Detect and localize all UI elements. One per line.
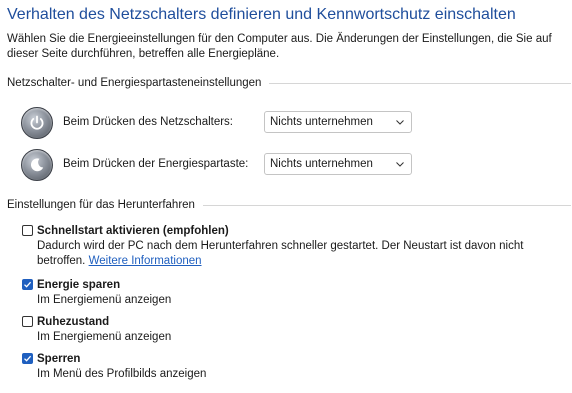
- section-divider: [269, 82, 571, 84]
- fast-startup-option: Schnellstart aktivieren (empfohlen) Dadu…: [22, 222, 557, 269]
- section-divider: [202, 204, 571, 206]
- power-section-heading-text: Netzschalter- und Energiespartasteneinst…: [7, 77, 262, 89]
- checkmark-icon: [24, 281, 32, 288]
- sleep-button-action-select[interactable]: Nichts unternehmen: [264, 153, 412, 175]
- hibernate-option: Ruhezustand Im Energiemenü anzeigen: [22, 313, 557, 345]
- lock-label[interactable]: Sperren: [37, 353, 80, 365]
- chevron-down-icon: [396, 162, 404, 167]
- sleep-button-label: Beim Drücken der Energiespartaste:: [63, 158, 249, 170]
- hibernate-checkbox[interactable]: [22, 316, 33, 327]
- power-button-action-select[interactable]: Nichts unternehmen: [264, 111, 412, 133]
- sleep-button-icon: [21, 149, 53, 181]
- lock-description: Im Menü des Profilbilds anzeigen: [37, 368, 207, 380]
- sleep-checkbox[interactable]: [22, 279, 33, 290]
- page-description: Wählen Sie die Energieeinstellungen für …: [7, 33, 552, 60]
- shutdown-section-heading-text: Einstellungen für das Herunterfahren: [7, 199, 195, 211]
- lock-option: Sperren Im Menü des Profilbilds anzeigen: [22, 350, 557, 382]
- lock-checkbox[interactable]: [22, 353, 33, 364]
- power-button-row: Beim Drücken des Netzschalters: Nichts u…: [21, 107, 412, 139]
- power-button-label: Beim Drücken des Netzschalters:: [63, 116, 234, 128]
- shutdown-section-heading: Einstellungen für das Herunterfahren: [7, 199, 571, 211]
- hibernate-label[interactable]: Ruhezustand: [37, 316, 109, 328]
- more-info-link[interactable]: Weitere Informationen: [89, 255, 202, 267]
- fast-startup-label[interactable]: Schnellstart aktivieren (empfohlen): [37, 225, 229, 237]
- checkmark-icon: [24, 355, 32, 362]
- sleep-button-row: Beim Drücken der Energiespartaste: Nicht…: [21, 149, 412, 181]
- power-section-heading: Netzschalter- und Energiespartasteneinst…: [7, 77, 571, 89]
- sleep-option: Energie sparen Im Energiemenü anzeigen: [22, 276, 557, 308]
- power-button-icon: [21, 107, 53, 139]
- power-button-action-value: Nichts unternehmen: [270, 116, 373, 128]
- sleep-label[interactable]: Energie sparen: [37, 279, 120, 291]
- sleep-button-action-value: Nichts unternehmen: [270, 158, 373, 170]
- chevron-down-icon: [396, 120, 404, 125]
- sleep-description: Im Energiemenü anzeigen: [37, 294, 172, 306]
- fast-startup-description: Dadurch wird der PC nach dem Herunterfah…: [37, 239, 557, 269]
- page-title: Verhalten des Netzschalters definieren u…: [7, 6, 516, 23]
- hibernate-description: Im Energiemenü anzeigen: [37, 331, 172, 343]
- fast-startup-checkbox[interactable]: [22, 225, 33, 236]
